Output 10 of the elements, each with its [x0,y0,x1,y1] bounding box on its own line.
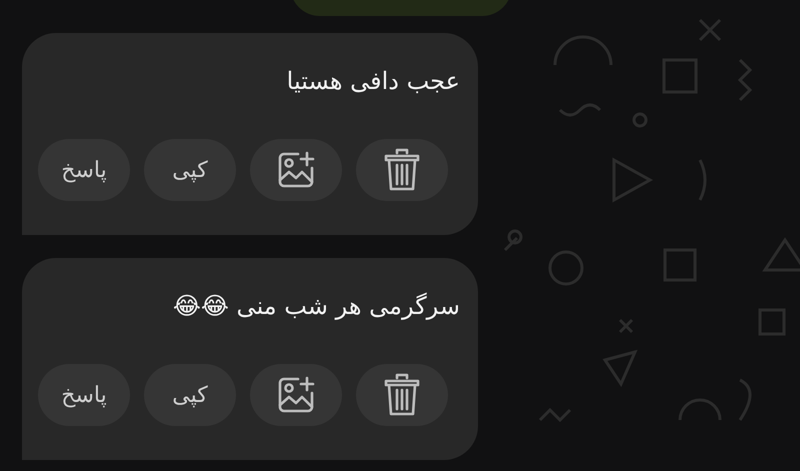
reply-button[interactable]: پاسخ [38,364,130,426]
copy-button[interactable]: کپی [144,364,236,426]
message-text: سرگرمی هر شب منی 😂😂 [172,291,460,322]
add-image-icon [276,375,316,415]
add-image-icon [276,150,316,190]
reply-button[interactable]: پاسخ [38,139,130,201]
message-text: عجب دافی هستیا [286,66,460,97]
copy-button[interactable]: کپی [144,139,236,201]
trash-icon [384,148,420,192]
trash-icon [384,373,420,417]
